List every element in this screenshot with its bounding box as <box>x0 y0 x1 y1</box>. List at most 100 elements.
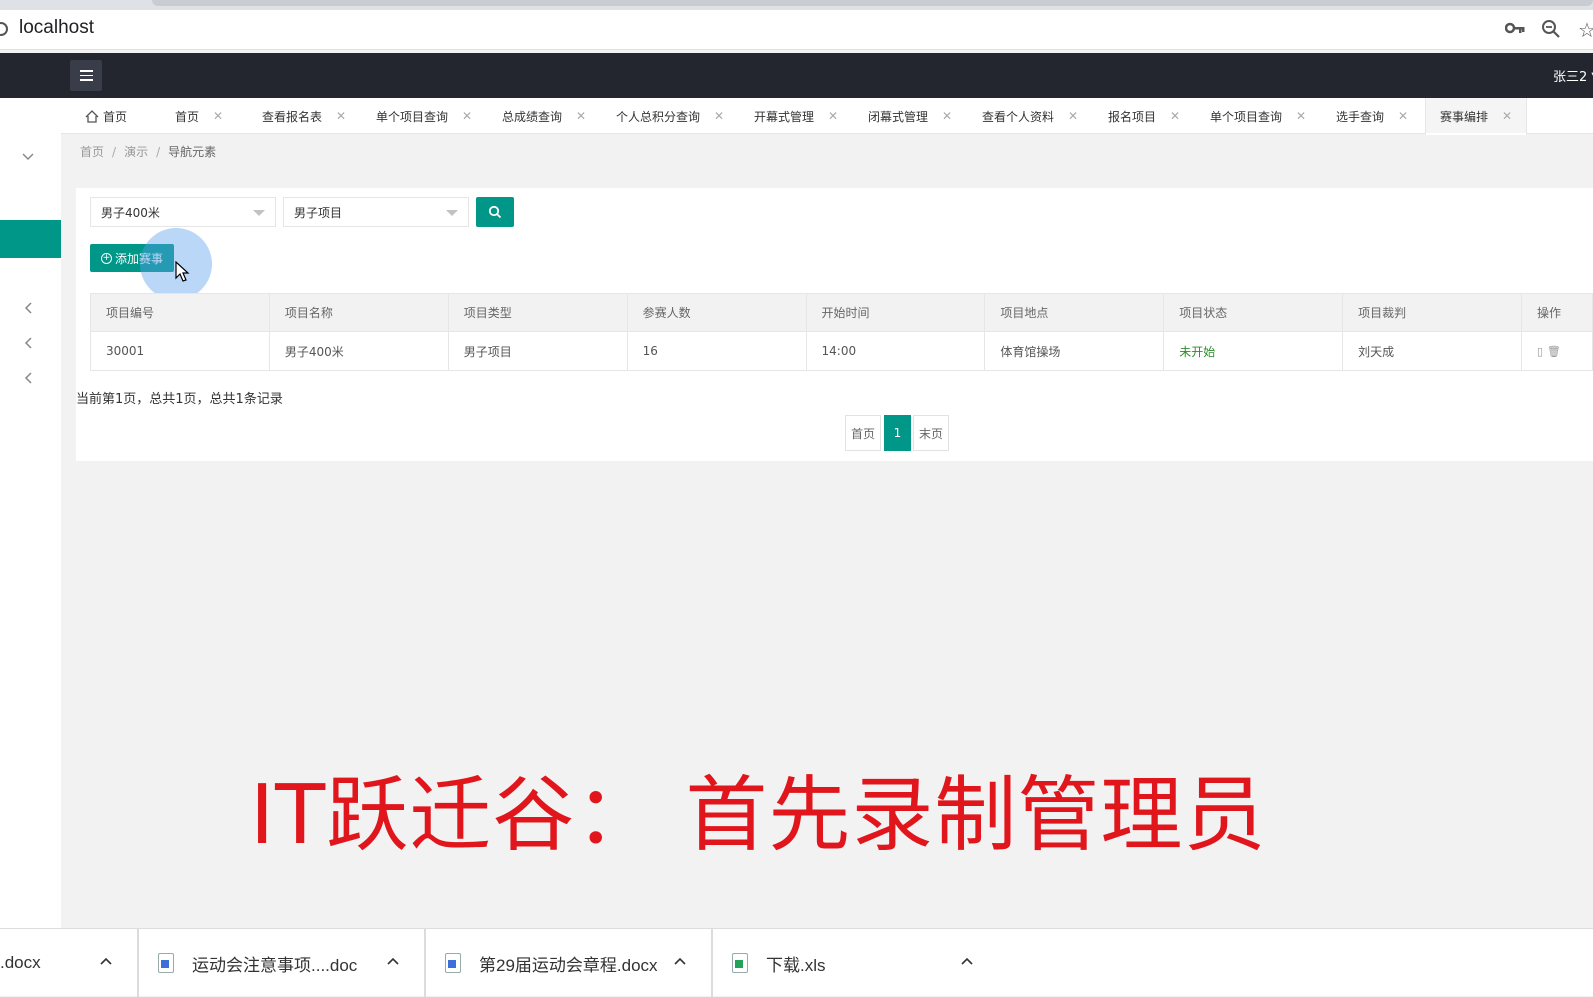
tab-total-score-query[interactable]: 总成绩查询 ✕ <box>502 98 586 134</box>
download-bar: .docx 运动会注意事项....doc 第29届运动会章程.docx 下载.x… <box>0 928 1593 997</box>
cell-location: 体育馆操场 <box>984 331 1165 371</box>
chevron-up-icon[interactable] <box>99 951 113 970</box>
tab-home-pinned[interactable]: 首页 <box>85 98 127 134</box>
download-item[interactable]: 运动会注意事项....doc <box>158 929 357 997</box>
tab-opening-ceremony[interactable]: 开幕式管理 ✕ <box>754 98 838 134</box>
tab-label: 查看报名表 <box>262 109 323 124</box>
tab-personal-profile[interactable]: 查看个人资料 ✕ <box>982 98 1078 134</box>
event-select-value: 男子400米 <box>101 205 160 220</box>
col-header: 项目状态 <box>1163 293 1344 332</box>
tab-label: 查看个人资料 <box>982 109 1055 124</box>
zoom-icon[interactable] <box>1541 19 1561 43</box>
tab-closing-ceremony[interactable]: 闭幕式管理 ✕ <box>868 98 952 134</box>
download-filename: 运动会注意事项....doc <box>192 955 358 975</box>
address-bar[interactable]: localhost ☆ <box>0 10 1593 50</box>
close-icon[interactable]: ✕ <box>1296 109 1306 123</box>
cell-event-id: 30001 <box>90 331 270 371</box>
close-icon[interactable]: ✕ <box>576 109 586 123</box>
tab-athlete-query[interactable]: 选手查询 ✕ <box>1336 98 1408 134</box>
tab-label: 闭幕式管理 <box>868 109 929 124</box>
close-icon[interactable]: ✕ <box>1170 109 1180 123</box>
download-item[interactable]: 下载.xls <box>732 929 826 997</box>
chevron-up-icon[interactable] <box>673 951 687 970</box>
user-menu[interactable]: 张三2 ▼ <box>1553 66 1593 85</box>
close-icon[interactable]: ✕ <box>1502 109 1512 123</box>
download-filename: .docx <box>0 953 41 972</box>
chevron-left-icon[interactable] <box>23 301 33 319</box>
chevron-left-icon[interactable] <box>23 371 33 389</box>
tab-label: 首页 <box>175 109 200 124</box>
search-icon <box>488 205 502 219</box>
menu-toggle-button[interactable] <box>70 60 102 91</box>
word-file-icon <box>158 953 174 973</box>
tab-register-event[interactable]: 报名项目 ✕ <box>1108 98 1180 134</box>
tab-label: 单个项目查询 <box>1210 109 1283 124</box>
col-header: 项目地点 <box>984 293 1165 332</box>
breadcrumb: 首页 / 演示 / 导航元素 <box>80 145 217 159</box>
col-header: 项目类型 <box>447 293 628 332</box>
close-icon[interactable]: ✕ <box>213 109 223 123</box>
key-icon[interactable] <box>1504 20 1525 39</box>
breadcrumb-item[interactable]: 演示 <box>124 145 148 159</box>
download-filename: 下载.xls <box>766 955 826 975</box>
pagination-info: 当前第1页，总共1页，总共1条记录 <box>76 392 283 407</box>
close-icon[interactable]: ✕ <box>462 109 472 123</box>
tab-event-scheduling[interactable]: 赛事编排 ✕ <box>1425 98 1528 135</box>
close-icon[interactable]: ✕ <box>828 109 838 123</box>
tab-label: 单个项目查询 <box>376 109 449 124</box>
breadcrumb-current: 导航元素 <box>168 145 217 159</box>
sidebar <box>0 98 61 928</box>
close-icon[interactable]: ✕ <box>942 109 952 123</box>
close-icon[interactable]: ✕ <box>1068 109 1078 123</box>
table-header-row: 项目编号 项目名称 项目类型 参赛人数 开始时间 项目地点 项目状态 项目裁判 … <box>90 293 1593 332</box>
tab-label: 选手查询 <box>1336 109 1385 124</box>
chevron-up-icon[interactable] <box>386 951 400 970</box>
delete-icon[interactable]: 🗑 <box>1547 345 1561 358</box>
close-icon[interactable]: ✕ <box>336 109 346 123</box>
download-item[interactable]: 第29届运动会章程.docx <box>445 929 658 997</box>
category-select[interactable]: 男子项目 <box>283 197 469 227</box>
chevron-left-icon[interactable] <box>23 336 33 354</box>
event-select[interactable]: 男子400米 <box>90 197 276 227</box>
close-icon[interactable]: ✕ <box>1398 109 1408 123</box>
col-header: 参赛人数 <box>626 293 807 332</box>
tab-label: 个人总积分查询 <box>616 109 701 124</box>
tab-single-event-query[interactable]: 单个项目查询 ✕ <box>376 98 472 134</box>
download-item[interactable]: .docx <box>0 929 41 997</box>
chevron-down-icon[interactable] <box>21 150 35 166</box>
browser-tab[interactable] <box>152 0 1593 6</box>
sidebar-active-item[interactable] <box>0 220 61 258</box>
col-header: 开始时间 <box>805 293 986 332</box>
chevron-up-icon[interactable] <box>960 951 974 970</box>
current-page-button[interactable]: 1 <box>884 415 911 451</box>
tab-personal-points-query[interactable]: 个人总积分查询 ✕ <box>616 98 724 134</box>
breadcrumb-item[interactable]: 首页 <box>80 145 104 159</box>
excel-file-icon <box>732 953 748 973</box>
cell-status: 未开始 <box>1163 331 1344 371</box>
tab-single-event-query-2[interactable]: 单个项目查询 ✕ <box>1210 98 1306 134</box>
video-caption: IT跃迁谷： 首先录制管理员 <box>250 768 1267 863</box>
tab-label: 赛事编排 <box>1440 109 1489 124</box>
close-icon[interactable]: ✕ <box>714 109 724 123</box>
cell-event-type: 男子项目 <box>447 331 628 371</box>
tab-home[interactable]: 首页 ✕ <box>175 98 223 134</box>
edit-icon[interactable]: ▯ <box>1537 345 1543 358</box>
col-header: 项目裁判 <box>1342 293 1522 332</box>
bookmark-star-icon[interactable]: ☆ <box>1578 18 1593 42</box>
url-text[interactable]: localhost <box>19 17 94 39</box>
hamburger-icon <box>79 70 93 72</box>
cell-event-name: 男子400米 <box>268 331 449 371</box>
main-card: 男子400米 男子项目 + 添加赛事 项目编号 项目名称 项目类型 参赛人数 开… <box>76 188 1593 461</box>
home-icon <box>85 109 99 123</box>
search-button[interactable] <box>476 197 514 227</box>
site-info-icon[interactable] <box>0 22 8 36</box>
table-row: 30001 男子400米 男子项目 16 14:00 体育馆操场 未开始 刘天成… <box>90 331 1593 371</box>
tab-view-registrations[interactable]: 查看报名表 ✕ <box>262 98 346 134</box>
last-page-button[interactable]: 末页 <box>913 415 949 451</box>
browser-tab-strip <box>0 0 1593 10</box>
first-page-button[interactable]: 首页 <box>845 415 881 451</box>
add-event-button[interactable]: + 添加赛事 <box>90 244 174 272</box>
events-table: 项目编号 项目名称 项目类型 参赛人数 开始时间 项目地点 项目状态 项目裁判 … <box>90 293 1593 371</box>
tab-label: 开幕式管理 <box>754 109 815 124</box>
caret-down-icon <box>446 210 458 216</box>
